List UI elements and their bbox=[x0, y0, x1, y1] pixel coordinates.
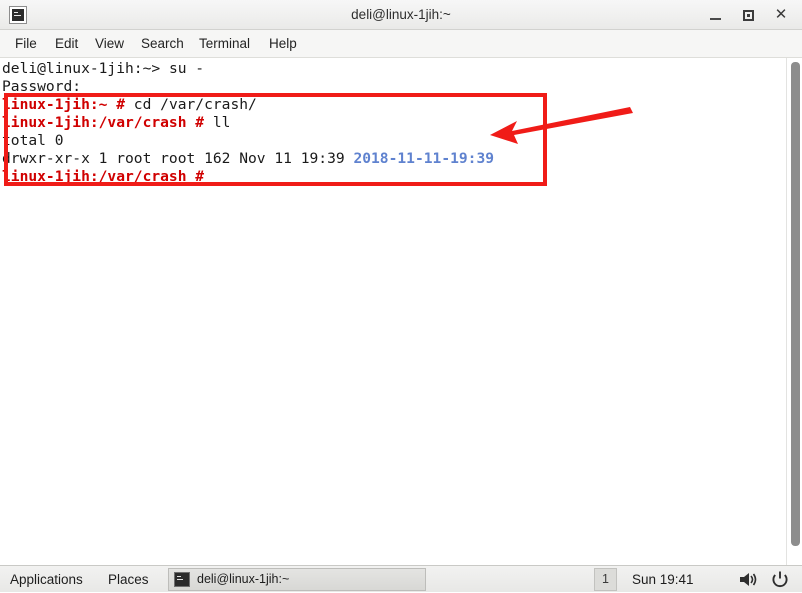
window-title: deli@linux-1jih:~ bbox=[351, 7, 451, 22]
line-root-cd: linux-1jih:~ # cd /var/crash/ bbox=[2, 96, 494, 114]
line-root-ll-seg-0: linux-1jih:/var/crash # bbox=[2, 114, 213, 131]
applications-menu[interactable]: Applications bbox=[10, 566, 83, 593]
maximize-button[interactable] bbox=[733, 0, 763, 30]
line-root-ll-seg-1: ll bbox=[212, 114, 231, 131]
line-user-prompt-su-seg-0: deli@linux-1jih:~> bbox=[2, 60, 169, 77]
line-password-seg-0: Password: bbox=[2, 78, 82, 95]
menu-item-file[interactable]: File bbox=[8, 30, 44, 58]
menu-item-help[interactable]: Help bbox=[262, 30, 304, 58]
speaker-icon[interactable] bbox=[738, 570, 758, 589]
minimize-icon bbox=[709, 17, 721, 20]
line-root-prompt-final: linux-1jih:/var/crash # bbox=[2, 168, 494, 186]
line-root-prompt-final-seg-0: linux-1jih:/var/crash # bbox=[2, 168, 205, 185]
scrollbar-thumb[interactable] bbox=[791, 62, 800, 546]
minimize-button[interactable] bbox=[700, 0, 730, 30]
line-total: total 0 bbox=[2, 132, 494, 150]
menu-item-view[interactable]: View bbox=[88, 30, 131, 58]
line-dir-entry-seg-1: 2018-11-11-19:39 bbox=[353, 150, 495, 167]
line-root-cd-seg-1: cd /var/crash/ bbox=[133, 96, 257, 113]
terminal-text: deli@linux-1jih:~> su - Password: linux-1j… bbox=[2, 60, 494, 186]
line-root-cd-seg-0: linux-1jih:~ # bbox=[2, 96, 134, 113]
places-menu[interactable]: Places bbox=[108, 566, 149, 593]
terminal-scrollbar[interactable] bbox=[786, 58, 802, 565]
close-icon: ✕ bbox=[774, 6, 788, 23]
desktop-taskbar: Applications Places deli@linux-1jih:~ 1 … bbox=[0, 565, 802, 592]
menu-item-edit[interactable]: Edit bbox=[48, 30, 85, 58]
line-password: Password: bbox=[2, 78, 494, 96]
line-dir-entry-seg-0: drwxr-xr-x 1 root root 162 Nov 11 19:39 bbox=[2, 150, 354, 167]
taskbar-window-button[interactable]: deli@linux-1jih:~ bbox=[168, 568, 426, 591]
terminal-output-area[interactable]: deli@linux-1jih:~> su - Password: linux-1j… bbox=[0, 58, 802, 565]
clock[interactable]: Sun 19:41 bbox=[632, 566, 694, 593]
line-root-ll: linux-1jih:/var/crash # ll bbox=[2, 114, 494, 132]
close-button[interactable]: ✕ bbox=[766, 0, 796, 30]
desktop-root: deli@linux-1jih:~ ✕ File Edit View Search Te… bbox=[0, 0, 802, 592]
menu-item-terminal[interactable]: Terminal bbox=[192, 30, 257, 58]
line-dir-entry: drwxr-xr-x 1 root root 162 Nov 11 19:39 … bbox=[2, 150, 494, 168]
line-user-prompt-su-seg-1: su - bbox=[168, 60, 205, 77]
power-icon[interactable] bbox=[770, 570, 790, 589]
window-titlebar[interactable]: deli@linux-1jih:~ ✕ bbox=[0, 0, 802, 30]
taskbar-window-label: deli@linux-1jih:~ bbox=[197, 572, 290, 586]
menu-item-search[interactable]: Search bbox=[134, 30, 191, 58]
line-user-prompt-su: deli@linux-1jih:~> su - bbox=[2, 60, 494, 78]
terminal-icon bbox=[174, 572, 190, 587]
maximize-icon bbox=[742, 10, 754, 22]
line-total-seg-0: total 0 bbox=[2, 132, 64, 149]
menu-bar: File Edit View Search Terminal Help bbox=[0, 30, 802, 58]
workspace-switcher[interactable]: 1 bbox=[594, 568, 617, 591]
